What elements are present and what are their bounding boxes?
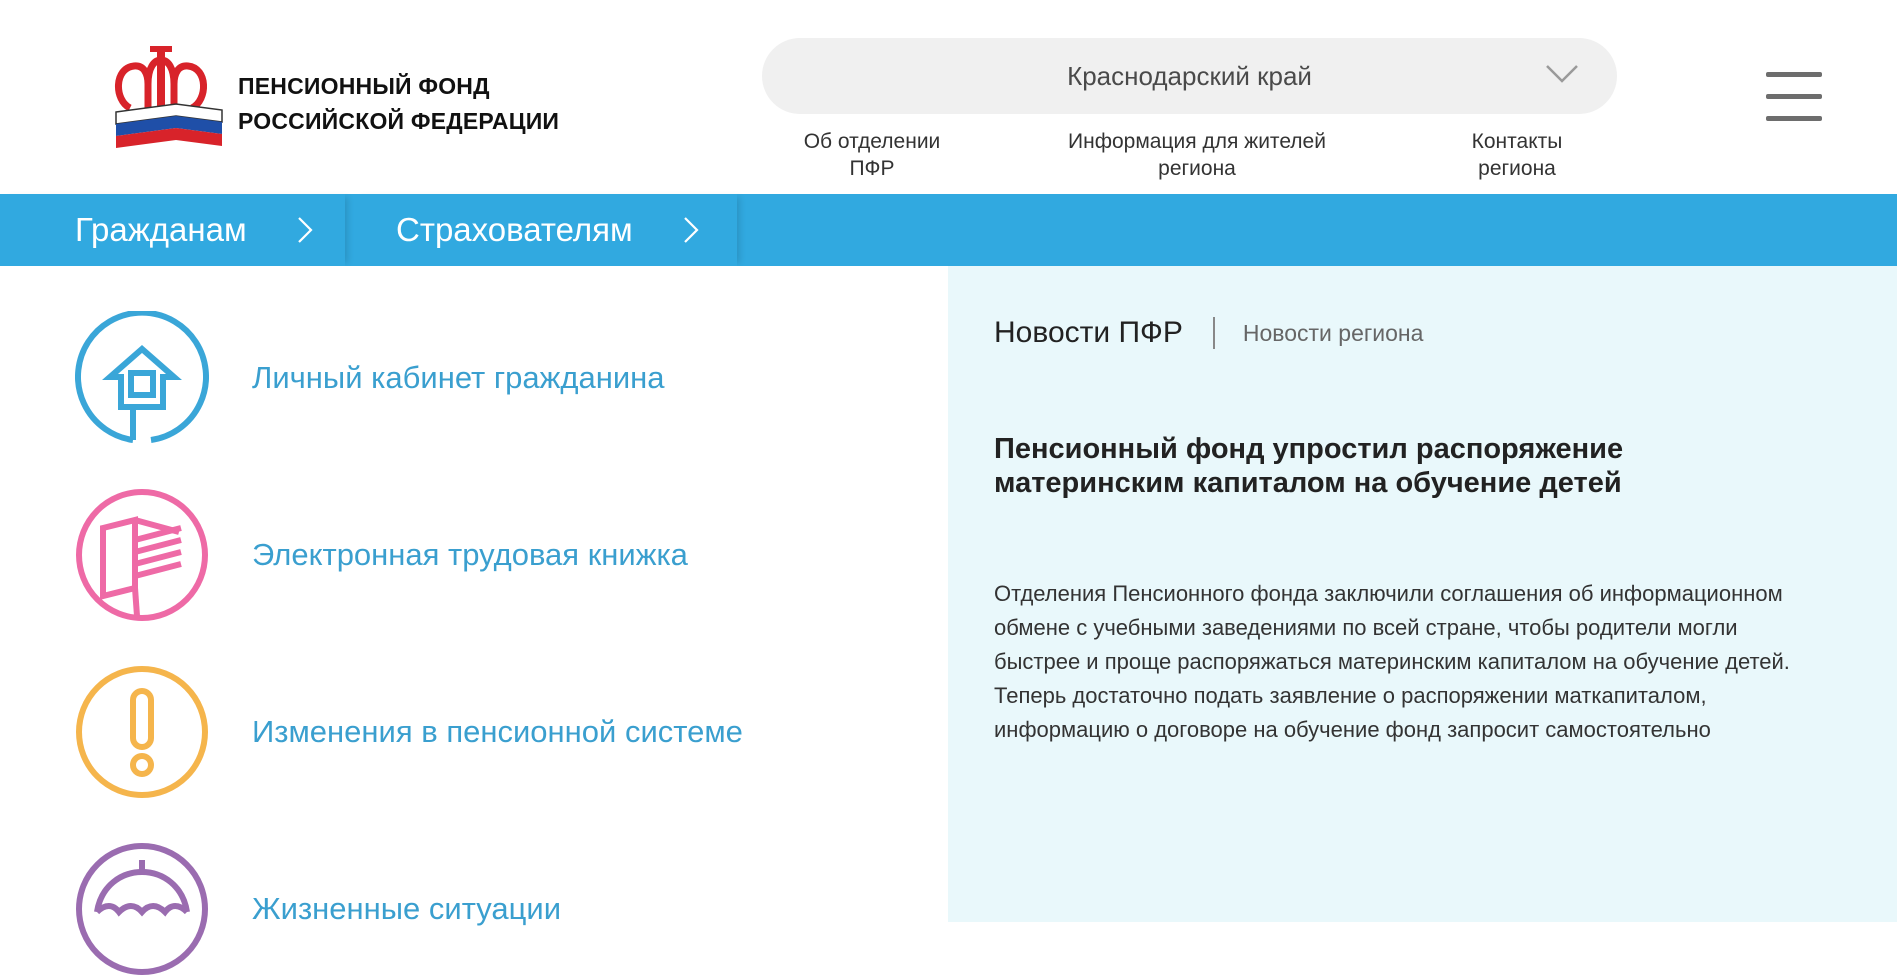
- service-personal-account[interactable]: Личный кабинет гражданина: [75, 311, 665, 445]
- link-region-info-line2: региона: [1158, 157, 1236, 180]
- news-panel: Новости ПФР Новости региона Пенсионный ф…: [948, 266, 1897, 922]
- link-region-contacts[interactable]: Контакты региона: [1422, 128, 1612, 182]
- umbrella-icon: [76, 843, 208, 975]
- link-about-branch-line2: ПФР: [849, 157, 895, 180]
- logo-line-1: ПЕНСИОННЫЙ ФОНД: [238, 72, 490, 99]
- nav-insurers-label: Страхователям: [396, 211, 633, 248]
- link-region-info-line1: Информация для жителей: [1068, 130, 1326, 153]
- chevron-down-icon: [1546, 65, 1578, 83]
- burger-line: [1766, 94, 1822, 99]
- region-select[interactable]: Краснодарский край: [762, 38, 1617, 114]
- chevron-right-icon: [298, 217, 313, 243]
- region-select-value: Краснодарский край: [1067, 60, 1312, 91]
- news-summary: Отделения Пенсионного фонда заключили со…: [994, 581, 1790, 742]
- services-list: Личный кабинет гражданина Электронная тр…: [0, 266, 948, 975]
- link-about-branch[interactable]: Об отделении ПФР: [792, 128, 952, 182]
- tab-pfr-news[interactable]: Новости ПФР: [994, 316, 1183, 350]
- link-about-branch-line1: Об отделении: [803, 130, 941, 153]
- burger-line: [1766, 72, 1822, 77]
- service-electronic-workbook[interactable]: Электронная трудовая книжка: [75, 488, 688, 622]
- service-label: Электронная трудовая книжка: [252, 537, 688, 572]
- service-pension-changes[interactable]: Изменения в пенсионной системе: [75, 665, 743, 799]
- hamburger-menu-icon[interactable]: [1766, 72, 1822, 122]
- exclamation-icon: [76, 666, 208, 798]
- site-header: ПЕНСИОННЫЙ ФОНД РОССИЙСКОЙ ФЕДЕРАЦИИ Кра…: [0, 0, 1897, 194]
- logo-line-2: РОССИЙСКОЙ ФЕДЕРАЦИИ: [238, 107, 560, 134]
- main-nav: Гражданам Страхователям: [0, 194, 1897, 266]
- nav-citizens[interactable]: Гражданам: [0, 194, 345, 266]
- link-region-contacts-line2: региона: [1478, 157, 1556, 180]
- news-headline[interactable]: Пенсионный фонд упростил распоряжение ма…: [994, 432, 1754, 500]
- nav-insurers[interactable]: Страхователям: [352, 194, 737, 266]
- pfr-logo[interactable]: ПЕНСИОННЫЙ ФОНД РОССИЙСКОЙ ФЕДЕРАЦИИ: [110, 46, 570, 161]
- chevron-right-icon: [684, 217, 699, 243]
- book-icon: [76, 489, 208, 621]
- logo-text: ПЕНСИОННЫЙ ФОНД РОССИЙСКОЙ ФЕДЕРАЦИИ: [238, 69, 559, 139]
- tab-region-news[interactable]: Новости региона: [1243, 320, 1424, 347]
- service-life-situations[interactable]: Жизненные ситуации: [75, 842, 561, 976]
- service-label: Изменения в пенсионной системе: [252, 714, 743, 749]
- service-label: Личный кабинет гражданина: [252, 360, 665, 395]
- tab-divider: [1212, 317, 1215, 349]
- link-region-info[interactable]: Информация для жителей региона: [1047, 128, 1347, 182]
- house-icon: [75, 311, 209, 443]
- news-tabs: Новости ПФР Новости региона: [994, 316, 1423, 350]
- link-region-contacts-line1: Контакты: [1471, 130, 1563, 153]
- pfr-emblem-icon: [115, 46, 223, 148]
- burger-line: [1766, 116, 1822, 121]
- top-links: Об отделении ПФР Информация для жителей …: [762, 128, 1617, 184]
- nav-citizens-label: Гражданам: [75, 211, 247, 248]
